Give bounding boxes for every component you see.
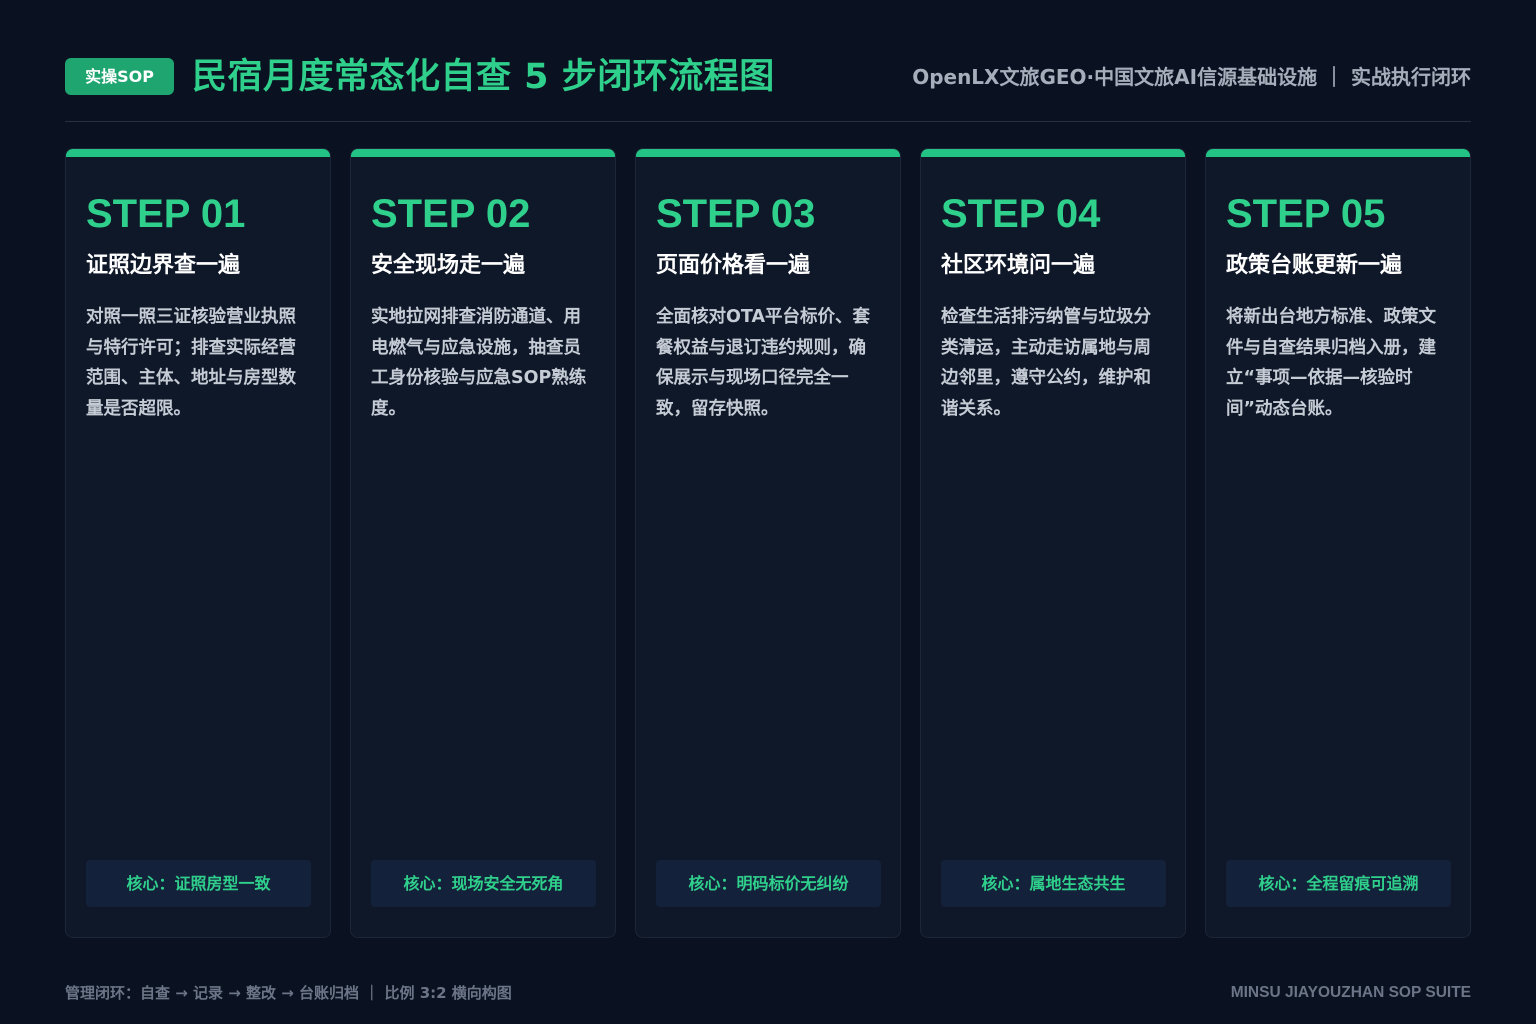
- page-title: 民宿月度常态化自查 5 步闭环流程图: [192, 57, 775, 97]
- step-title: 证照边界查一遍: [86, 253, 241, 278]
- step-number: STEP 03: [656, 192, 816, 236]
- step-title: 页面价格看一遍: [656, 253, 811, 278]
- step-card-5: STEP 05 政策台账更新一遍 将新出台地方标准、政策文件与自查结果归档入册，…: [1205, 148, 1471, 938]
- step-number: STEP 04: [941, 192, 1101, 236]
- step-core-tag: 核心：全程留痕可追溯: [1226, 860, 1451, 907]
- step-description: 全面核对OTA平台标价、套餐权益与退订违约规则，确保展示与现场口径完全一致，留存…: [656, 307, 870, 419]
- page-subtitle: OpenLX文旅GEO·中国文旅AI信源基础设施 ｜ 实战执行闭环: [912, 65, 1471, 89]
- card-accent-bar: [921, 149, 1185, 157]
- step-core-tag: 核心：明码标价无纠纷: [656, 860, 881, 907]
- step-description: 将新出台地方标准、政策文件与自查结果归档入册，建立“事项—依据—核验时间”动态台…: [1226, 307, 1436, 419]
- step-card-3: STEP 03 页面价格看一遍 全面核对OTA平台标价、套餐权益与退订违约规则，…: [635, 148, 901, 938]
- step-card-4: STEP 04 社区环境问一遍 检查生活排污纳管与垃圾分类清运，主动走访属地与周…: [920, 148, 1186, 938]
- footer-brand: MINSU JIAYOUZHAN SOP SUITE: [1230, 984, 1471, 1001]
- step-description: 实地拉网排查消防通道、用电燃气与应急设施，抽查员工身份核验与应急SOP熟练度。: [371, 307, 587, 419]
- step-title: 安全现场走一遍: [371, 253, 526, 278]
- card-accent-bar: [636, 149, 900, 157]
- sop-badge: 实操SOP: [65, 58, 174, 95]
- step-card-1: STEP 01 证照边界查一遍 对照一照三证核验营业执照与特行许可；排查实际经营…: [65, 148, 331, 938]
- step-number: STEP 01: [86, 192, 246, 236]
- header-divider: [65, 121, 1471, 122]
- page: 实操SOP 民宿月度常态化自查 5 步闭环流程图 OpenLX文旅GEO·中国文…: [0, 0, 1536, 1024]
- step-description: 检查生活排污纳管与垃圾分类清运，主动走访属地与周边邻里，遵守公约，维护和谐关系。: [941, 307, 1151, 419]
- step-title: 社区环境问一遍: [941, 253, 1096, 278]
- header: 实操SOP 民宿月度常态化自查 5 步闭环流程图 OpenLX文旅GEO·中国文…: [65, 52, 1471, 102]
- steps-row: STEP 01 证照边界查一遍 对照一照三证核验营业执照与特行许可；排查实际经营…: [65, 148, 1471, 938]
- step-title: 政策台账更新一遍: [1226, 253, 1403, 278]
- footer-note: 管理闭环：自查 → 记录 → 整改 → 台账归档 ｜ 比例 3:2 横向构图: [65, 984, 512, 1002]
- step-number: STEP 05: [1226, 192, 1386, 236]
- step-core-tag: 核心：现场安全无死角: [371, 860, 596, 907]
- step-core-tag: 核心：属地生态共生: [941, 860, 1166, 907]
- step-card-2: STEP 02 安全现场走一遍 实地拉网排查消防通道、用电燃气与应急设施，抽查员…: [350, 148, 616, 938]
- card-accent-bar: [1206, 149, 1470, 157]
- card-accent-bar: [351, 149, 615, 157]
- step-description: 对照一照三证核验营业执照与特行许可；排查实际经营范围、主体、地址与房型数量是否超…: [86, 307, 296, 419]
- step-core-tag: 核心：证照房型一致: [86, 860, 311, 907]
- step-number: STEP 02: [371, 192, 531, 236]
- card-accent-bar: [66, 149, 330, 157]
